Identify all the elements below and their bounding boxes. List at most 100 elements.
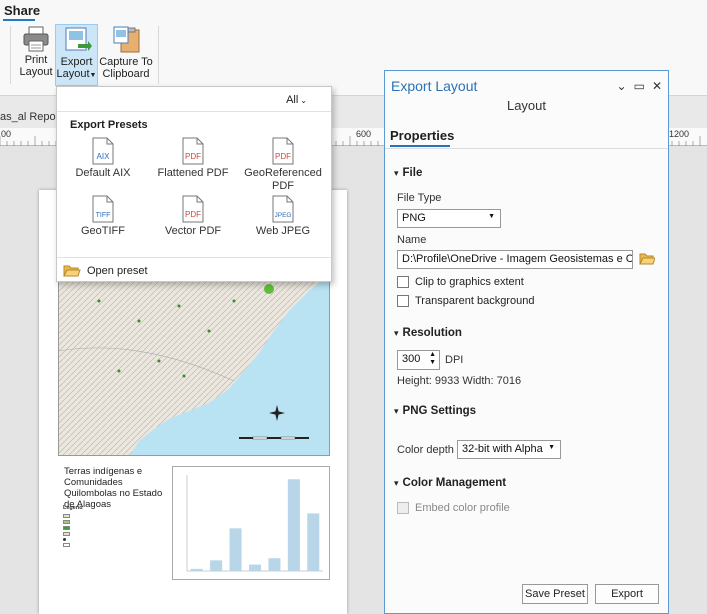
print-layout-button[interactable]: Print Layout [17,26,55,84]
preset-label: Default AIX [75,167,131,179]
export-label-1: Export [60,56,93,68]
scale-bar [239,436,309,440]
resolution-section-header[interactable]: ▾ Resolution [394,327,462,339]
chart-bar [307,513,320,571]
jpeg-file-icon: JPEG [272,195,294,223]
preset-filter-dropdown[interactable]: All ⌄ [286,94,307,106]
embed-color-profile-checkbox: Embed color profile [397,502,510,514]
save-preset-button[interactable]: Save Preset [522,584,588,604]
export-button[interactable]: Export [595,584,659,604]
dpi-stepper[interactable]: 300 ▲ ▼ [397,350,440,370]
pane-options-icon[interactable]: ⌄ [617,79,627,93]
preset-geotiff[interactable]: TIFF GeoTIFF [57,195,149,238]
map-legend: Legend [63,505,143,590]
ruler-label: 600 [356,129,372,139]
printer-icon [23,26,49,52]
chevron-down-icon: ▾ [394,328,399,338]
png-settings-section-header[interactable]: ▾ PNG Settings [394,405,476,417]
ruler-label: 00 [1,129,12,139]
divider [385,148,668,149]
stepper-arrows-icon[interactable]: ▲ ▼ [429,351,436,367]
file-type-select[interactable]: PNG ▼ [397,209,501,228]
north-arrow-icon [269,405,285,421]
preset-label: Flattened PDF [157,167,229,179]
svg-text:JPEG: JPEG [275,212,292,219]
chevron-down-icon: ▼ [488,213,495,220]
preset-web-jpeg[interactable]: JPEG Web JPEG [237,195,329,238]
aix-file-icon: AIX [92,137,114,165]
chart-bar [248,564,262,571]
browse-folder-icon[interactable] [639,253,655,266]
output-dimensions: Height: 9933 Width: 7016 [397,375,522,387]
file-type-label: File Type [397,192,442,204]
checkbox-box [397,502,409,514]
divider [57,257,331,258]
transparent-background-checkbox[interactable]: Transparent background [397,295,534,307]
export-layout-button[interactable]: Export Layout▼ [55,24,98,86]
checkbox-box[interactable] [397,295,409,307]
svg-text:PDF: PDF [185,210,201,219]
file-section-header[interactable]: ▾ File [394,167,422,179]
open-preset-item[interactable]: Open preset [63,261,148,281]
file-name-input[interactable]: D:\Profile\OneDrive - Imagem Geosistemas… [397,250,633,269]
preset-default-aix[interactable]: AIX Default AIX [57,137,149,180]
export-presets-heading: Export Presets [70,119,148,131]
tab-share[interactable]: Share [4,3,40,18]
export-label-2: Layout▼ [56,68,97,80]
preset-label: Vector PDF [164,225,222,237]
open-preset-label: Open preset [87,265,148,277]
ribbon-separator [10,26,11,84]
ruler-label: 1200 [669,129,690,139]
color-depth-select[interactable]: 32-bit with Alpha ▼ [457,440,561,459]
svg-text:PDF: PDF [275,152,291,161]
folder-open-icon [63,265,81,277]
chart-bar [210,560,223,571]
preset-vector-pdf[interactable]: PDF Vector PDF [147,195,239,238]
capture-label-2: Clipboard [102,68,150,80]
layout-view-tab[interactable]: as_al Repor [0,111,56,129]
chevron-down-icon: ▾ [394,478,399,488]
name-label: Name [397,234,427,246]
bar-chart-svg [186,475,323,572]
chevron-down-icon: ▾ [394,168,399,178]
preset-georeferenced-pdf[interactable]: PDF GeoReferenced PDF [237,137,329,193]
print-label-2: Layout [19,66,53,78]
map-title: Terras indígenas e Comunidades Quilombol… [64,466,163,510]
maximize-icon[interactable]: ▭ [634,79,645,93]
chart-bar [229,528,242,571]
chart-bar [190,568,203,571]
map-frame[interactable] [58,260,330,456]
tab-underline [3,19,35,21]
close-icon[interactable]: ✕ [652,79,662,93]
chart-bar [268,558,281,571]
color-management-section-header[interactable]: ▾ Color Management [394,477,506,489]
tab-properties[interactable]: Properties [390,128,454,143]
clip-to-graphics-checkbox[interactable]: Clip to graphics extent [397,276,524,288]
preset-label: GeoTIFF [80,225,125,237]
preset-label: Web JPEG [255,225,311,237]
chevron-down-icon: ▼ [89,72,97,79]
svg-text:TIFF: TIFF [96,212,111,219]
svg-text:PDF: PDF [185,152,201,161]
pdf-file-icon: PDF [182,137,204,165]
map-image [59,261,329,455]
chevron-down-icon: ▼ [548,444,555,451]
preset-label: GeoReferenced PDF [244,167,322,192]
pdf-file-icon: PDF [182,195,204,223]
preset-flattened-pdf[interactable]: PDF Flattened PDF [147,137,239,180]
legend-title: Legend [63,505,83,511]
chevron-down-icon: ▾ [394,406,399,416]
tiff-file-icon: TIFF [92,195,114,223]
ribbon-separator [158,26,159,84]
checkbox-box[interactable] [397,276,409,288]
clipboard-icon [113,26,140,53]
export-layout-icon [65,27,92,51]
pane-title: Export Layout [391,78,478,94]
svg-text:AIX: AIX [97,152,111,161]
pdf-file-icon: PDF [272,137,294,165]
capture-to-clipboard-button[interactable]: Capture To Clipboard [99,26,153,84]
export-layout-pane: Export Layout ⌄ ▭ ✕ Layout Properties ▾ F… [384,70,669,614]
print-label-1: Print [24,54,48,66]
chevron-down-icon: ⌄ [300,96,307,105]
divider [57,111,331,112]
